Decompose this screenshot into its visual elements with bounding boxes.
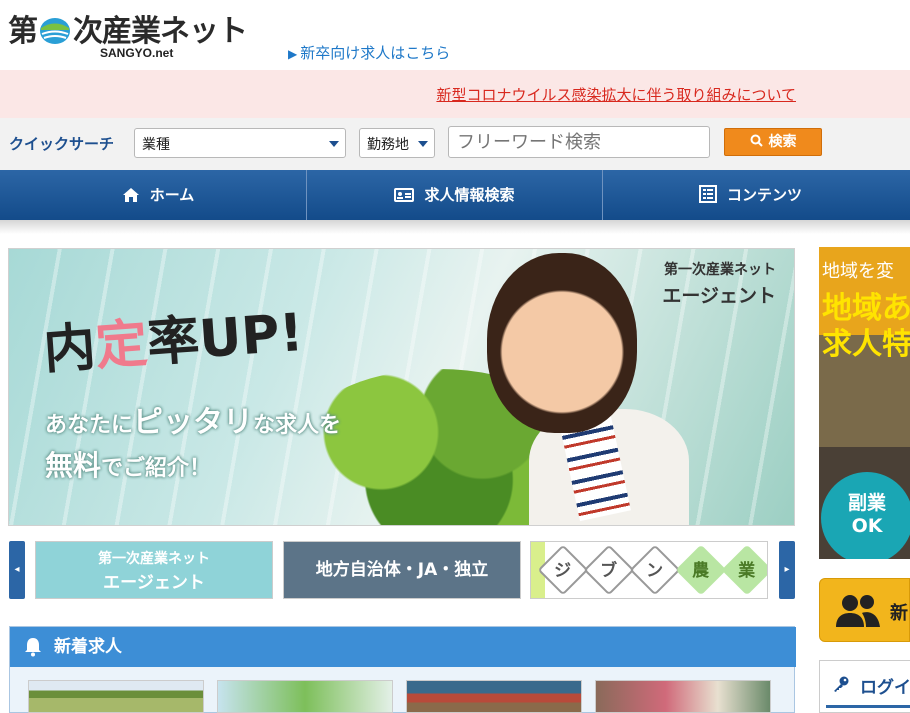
regional-jobs-side-banner[interactable]: 地域を変 地域あ 求人特 副業 OK <box>819 247 910 559</box>
main-nav: ホーム 求人情報検索 コンテンツ <box>0 170 910 220</box>
nav-home-label: ホーム <box>149 186 195 204</box>
key-icon <box>834 676 849 692</box>
chevron-left-icon: ◂ <box>14 564 20 575</box>
nav-home[interactable]: ホーム <box>10 170 306 220</box>
chevron-right-icon: ▸ <box>784 564 790 575</box>
search-icon <box>750 134 763 147</box>
smiling-woman-image <box>487 253 637 433</box>
area-select-value: 勤務地 <box>367 137 409 153</box>
login-panel[interactable]: ログイ <box>819 660 910 713</box>
login-label: ログイ <box>860 678 910 698</box>
hero-subcopy-2: 無料でご紹介！ <box>45 449 212 482</box>
jibun-nougyou-banner[interactable]: ジ ブ ン 農 業 <box>530 541 768 599</box>
nav-shadow <box>0 220 910 234</box>
users-icon <box>836 595 880 627</box>
quick-search-label: クイックサーチ <box>9 135 115 153</box>
new-jobs-title: 新着求人 <box>54 637 122 657</box>
agent-hero-banner[interactable]: 第一次産業ネット エージェント 内定率UP! あなたにピッタリな求人を 無料でご… <box>8 248 795 526</box>
logo-title: 第次産業ネット <box>8 14 248 49</box>
industry-select-value: 業種 <box>142 137 170 153</box>
chevron-down-icon <box>418 141 428 147</box>
hex-tile: ン <box>629 544 681 596</box>
side-job-ok-badge: 副業 OK <box>821 472 910 559</box>
bell-icon <box>25 638 41 657</box>
new-member-label: 新 <box>890 603 908 624</box>
nav-job-search[interactable]: 求人情報検索 <box>306 170 602 220</box>
nav-job-search-label: 求人情報検索 <box>424 186 515 204</box>
side-banner-headline: 地域あ 求人特 <box>822 291 910 362</box>
agent-banner-line1: 第一次産業ネット <box>98 551 210 567</box>
nav-contents[interactable]: コンテンツ <box>602 170 898 220</box>
hex-tile: 農 <box>675 544 727 596</box>
search-button-label: 検索 <box>768 134 797 150</box>
play-triangle-icon: ▶ <box>288 47 298 61</box>
hero-brand-line1: 第一次産業ネット <box>664 262 776 278</box>
side-banner-line: 地域を変 <box>822 261 894 282</box>
job-thumbnail[interactable] <box>217 680 393 713</box>
search-button[interactable]: 検索 <box>724 128 822 156</box>
hero-subcopy-1: あなたにピッタリな求人を <box>45 405 342 440</box>
job-thumbnail[interactable] <box>28 680 204 713</box>
new-member-button[interactable]: 新 <box>819 578 910 642</box>
site-logo[interactable]: 第次産業ネット SANGYO.net <box>8 6 278 66</box>
carousel-next-button[interactable]: ▸ <box>779 541 795 599</box>
logo-subtitle: SANGYO.net <box>100 46 174 60</box>
local-government-banner[interactable]: 地方自治体・JA・独立 <box>283 541 521 599</box>
covid-notice-link[interactable]: 新型コロナウイルス感染拡大に伴う取り組みについて <box>436 84 796 105</box>
new-jobs-header: 新着求人 <box>10 627 796 667</box>
chevron-down-icon <box>329 141 339 147</box>
new-graduate-link-label: 新卒向け求人はこちら <box>300 44 451 62</box>
quick-search-bar: クイックサーチ 業種 勤務地 検索 <box>0 118 910 170</box>
hex-tile: ジ <box>537 544 589 596</box>
new-graduate-link[interactable]: ▶ 新卒向け求人はこちら <box>288 42 450 63</box>
id-card-icon <box>394 188 415 202</box>
area-select[interactable]: 勤務地 <box>359 128 435 158</box>
notice-bar: 新型コロナウイルス感染拡大に伴う取り組みについて <box>0 70 910 118</box>
home-icon <box>122 188 139 202</box>
login-underline <box>826 705 910 708</box>
globe-logo-icon <box>40 18 70 44</box>
job-thumbnail[interactable] <box>406 680 582 713</box>
site-header: 第次産業ネット SANGYO.net ▶ 新卒向け求人はこちら <box>0 0 910 70</box>
job-thumbnail[interactable] <box>595 680 771 713</box>
carousel-prev-button[interactable]: ◂ <box>9 541 25 599</box>
industry-select[interactable]: 業種 <box>134 128 346 158</box>
agent-banner[interactable]: 第一次産業ネット エージェント <box>35 541 273 599</box>
hero-brand-line2: エージェント <box>662 285 776 307</box>
freeword-search-input[interactable] <box>448 126 710 158</box>
nav-contents-label: コンテンツ <box>726 186 802 204</box>
hex-tile: 業 <box>721 544 767 596</box>
hex-tile: ブ <box>583 544 635 596</box>
list-icon <box>698 185 717 203</box>
agent-banner-line2: エージェント <box>103 573 205 593</box>
hero-brand-logo: 第一次産業ネット エージェント <box>662 259 776 308</box>
